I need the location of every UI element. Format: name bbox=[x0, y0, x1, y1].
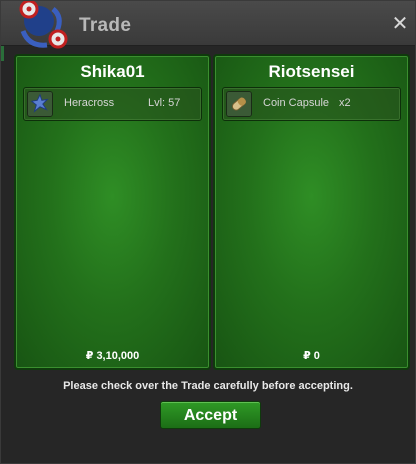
window-title: Trade bbox=[79, 15, 132, 36]
left-item-slot[interactable]: Heracross Lvl: 57 bbox=[23, 87, 202, 121]
right-trade-panel: Riotsensei Coin Capsule x2 ₽ 0 bbox=[213, 54, 410, 370]
close-icon[interactable]: ✕ bbox=[391, 14, 409, 34]
right-player-name: Riotsensei bbox=[268, 62, 355, 81]
right-money: ₽ 0 bbox=[303, 350, 320, 362]
left-money: ₽ 3,10,000 bbox=[85, 350, 140, 362]
left-item-name: Heracross bbox=[64, 97, 115, 109]
trade-logo-icon bbox=[19, 1, 68, 49]
right-item-quantity: x2 bbox=[339, 97, 351, 109]
coin-capsule-icon bbox=[226, 91, 252, 117]
trade-window: Trade ✕ Shika01 Heracross Lvl: 57 ₽ 3,10… bbox=[0, 0, 416, 464]
left-item-level: Lvl: 57 bbox=[148, 97, 181, 109]
left-trade-panel: Shika01 Heracross Lvl: 57 ₽ 3,10,000 bbox=[14, 54, 211, 370]
right-item-slot[interactable]: Coin Capsule x2 bbox=[222, 87, 401, 121]
accept-button[interactable]: Accept bbox=[160, 401, 261, 429]
trade-notice: Please check over the Trade carefully be… bbox=[63, 380, 353, 392]
right-item-name: Coin Capsule bbox=[263, 97, 330, 109]
left-player-name: Shika01 bbox=[80, 62, 145, 81]
heracross-icon bbox=[27, 91, 53, 117]
